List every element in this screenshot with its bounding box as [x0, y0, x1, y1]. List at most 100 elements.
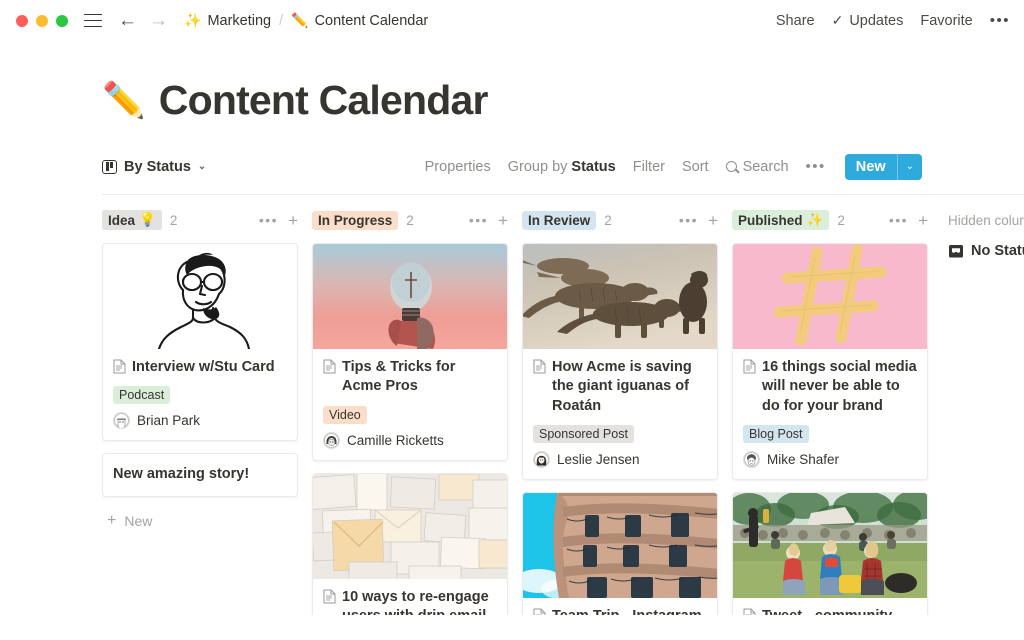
hidden-column-no-status[interactable]: No Status — [948, 243, 1024, 259]
card-person: Camille Ricketts — [323, 431, 497, 449]
column-add-icon[interactable]: + — [708, 212, 718, 229]
database-toolbar: By Status ⌄ Properties Group by Status F… — [0, 150, 1024, 183]
card-tag: Blog Post — [743, 424, 809, 443]
new-button[interactable]: New ⌄ — [844, 153, 922, 180]
card-title-text: How Acme is saving the giant iguanas of … — [552, 359, 692, 414]
document-icon — [533, 608, 546, 615]
breadcrumb-current-label: Content Calendar — [314, 12, 429, 29]
avatar — [113, 412, 130, 430]
sidebar-toggle-icon[interactable] — [84, 13, 102, 28]
status-label: Published — [738, 212, 803, 228]
status-label: In Review — [528, 212, 591, 228]
card-cover-illustration — [103, 244, 297, 349]
back-arrow-icon[interactable]: ← — [118, 11, 137, 30]
card-title: 10 ways to re-engage users with drip ema… — [323, 588, 497, 615]
favorite-button[interactable]: Favorite — [920, 13, 972, 29]
card-title-text: Tips & Tricks for Acme Pros — [342, 359, 456, 395]
board-column-idea: Idea 💡 2 ••• + Interview w/Stu Card Podc… — [102, 209, 312, 615]
column-count: 2 — [604, 212, 612, 228]
card-body: Tweet - community events kickoff — [733, 598, 927, 615]
column-header: Idea 💡 2 ••• + — [102, 209, 312, 231]
page-emoji-icon[interactable]: ✏️ — [102, 80, 146, 121]
filter-button[interactable]: Filter — [633, 159, 665, 175]
card-body: Team Trip - Instagram Story — [523, 598, 717, 615]
card-cover-lightbulb — [313, 244, 507, 349]
board-card[interactable]: Tips & Tricks for Acme Pros Video Camill… — [312, 243, 508, 461]
column-menu-icon[interactable]: ••• — [259, 212, 278, 228]
search-icon — [725, 161, 737, 172]
column-menu-icon[interactable]: ••• — [469, 212, 488, 228]
updates-button[interactable]: ✓ Updates — [832, 12, 904, 29]
column-actions: ••• + — [679, 212, 732, 229]
card-title-text: 10 ways to re-engage users with drip ema… — [342, 588, 489, 615]
new-button-caret-icon[interactable]: ⌄ — [898, 154, 922, 180]
board-card[interactable]: Team Trip - Instagram Story — [522, 491, 718, 615]
status-label: In Progress — [318, 212, 393, 228]
group-by-button[interactable]: Group by Status — [508, 159, 616, 175]
status-badge: In Review — [522, 210, 597, 230]
avatar — [323, 431, 340, 449]
column-count: 2 — [169, 212, 178, 228]
board-card[interactable]: Interview w/Stu Card Podcast Brian Park — [102, 243, 298, 442]
card-cover-casa-mila — [523, 492, 717, 598]
breadcrumb-separator: / — [279, 12, 284, 29]
card-title: Tips & Tricks for Acme Pros — [323, 358, 497, 397]
card-body: 16 things social media will never be abl… — [733, 349, 927, 479]
view-selector[interactable]: By Status ⌄ — [102, 159, 206, 175]
column-add-icon[interactable]: + — [498, 212, 508, 229]
board-card[interactable]: 10 ways to re-engage users with drip ema… — [312, 472, 508, 615]
breadcrumb-item-marketing[interactable]: ✨ Marketing — [184, 12, 271, 29]
page-title: ✏️ Content Calendar — [0, 41, 1024, 124]
column-actions: ••• + — [259, 212, 312, 229]
column-menu-icon[interactable]: ••• — [889, 212, 908, 228]
card-title: Tweet - community events kickoff — [743, 607, 917, 615]
forward-arrow-icon[interactable]: → — [149, 11, 168, 30]
hidden-columns-section: Hidden columns No Status — [942, 209, 1024, 615]
properties-button[interactable]: Properties — [425, 159, 491, 175]
search-button[interactable]: Search — [725, 159, 789, 175]
close-window-button[interactable] — [16, 14, 28, 27]
column-count: 2 — [837, 212, 845, 228]
card-tag: Podcast — [113, 386, 171, 405]
minimize-window-button[interactable] — [36, 14, 48, 27]
sort-button[interactable]: Sort — [682, 159, 709, 175]
breadcrumb-item-content-calendar[interactable]: ✏️ Content Calendar — [291, 12, 428, 29]
document-icon — [113, 359, 126, 374]
board-column-in-review: In Review 2 ••• + How Acme is saving the… — [522, 209, 732, 615]
card-title-text: Team Trip - Instagram Story — [552, 607, 707, 615]
card-cover-festival-crowd — [733, 492, 927, 598]
document-icon — [743, 608, 756, 615]
plus-icon: + — [107, 511, 117, 529]
maximize-window-button[interactable] — [56, 14, 68, 27]
sparkles-icon: ✨ — [184, 12, 202, 28]
more-options-icon[interactable]: ••• — [990, 12, 1010, 29]
card-title: Team Trip - Instagram Story — [533, 607, 707, 615]
board-card[interactable]: How Acme is saving the giant iguanas of … — [522, 243, 718, 480]
page-title-text[interactable]: Content Calendar — [159, 77, 489, 124]
breadcrumb: ✨ Marketing / ✏️ Content Calendar — [184, 12, 428, 29]
document-icon — [323, 359, 336, 374]
toolbar-actions: Properties Group by Status Filter Sort S… — [425, 153, 922, 180]
add-new-card-button[interactable]: + New — [102, 509, 312, 529]
board-card[interactable]: New amazing story! — [102, 453, 298, 497]
group-by-value: Status — [571, 158, 616, 175]
card-cover-hashtag — [733, 244, 927, 349]
card-body: How Acme is saving the giant iguanas of … — [523, 349, 717, 479]
avatar — [533, 450, 550, 468]
column-add-icon[interactable]: + — [288, 212, 298, 229]
card-person-name: Camille Ricketts — [347, 432, 444, 448]
board-card[interactable]: 16 things social media will never be abl… — [732, 243, 928, 480]
share-button[interactable]: Share — [776, 13, 815, 29]
card-title-text: New amazing story! — [113, 466, 250, 483]
board-column-published: Published ✨ 2 ••• + 16 things social med… — [732, 209, 942, 615]
board-card[interactable]: Tweet - community events kickoff — [732, 491, 928, 615]
card-title: How Acme is saving the giant iguanas of … — [533, 358, 707, 416]
card-person-name: Brian Park — [137, 413, 201, 429]
toolbar-more-icon[interactable]: ••• — [806, 158, 826, 175]
lightbulb-icon: 💡 — [139, 212, 156, 227]
document-icon — [323, 589, 336, 604]
column-header: In Review 2 ••• + — [522, 209, 732, 231]
column-add-icon[interactable]: + — [918, 212, 928, 229]
column-menu-icon[interactable]: ••• — [679, 212, 698, 228]
document-icon — [533, 359, 546, 374]
